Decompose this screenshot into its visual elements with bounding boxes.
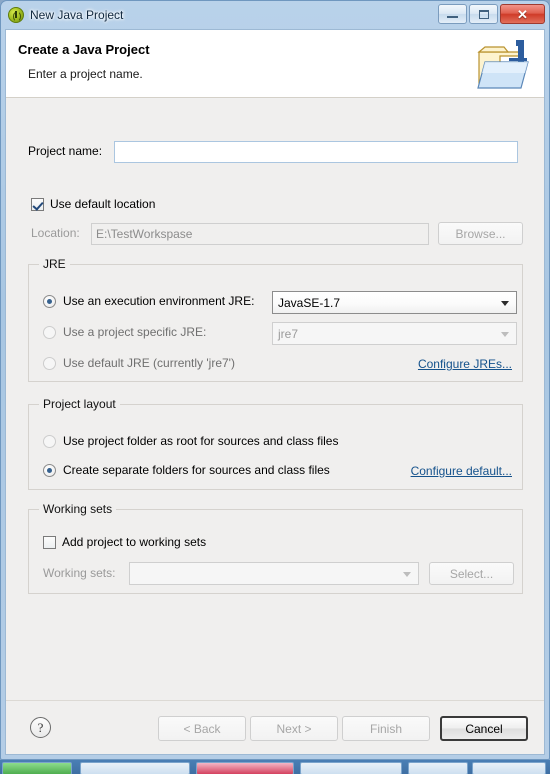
project-specific-jre-value: jre7: [278, 326, 299, 341]
layout-option-separate-folders[interactable]: Create separate folders for sources and …: [43, 463, 330, 477]
add-to-working-sets-row[interactable]: Add project to working sets: [43, 535, 206, 549]
back-button[interactable]: < Back: [158, 716, 246, 741]
chevron-down-icon: [501, 300, 509, 306]
new-java-project-dialog: New Java Project ✕ Create a Java Project…: [0, 0, 550, 760]
add-to-working-sets-label: Add project to working sets: [62, 535, 207, 549]
browse-button[interactable]: Browse...: [438, 222, 523, 245]
layout-option-project-folder[interactable]: Use project folder as root for sources a…: [43, 434, 338, 448]
jre-option-default[interactable]: Use default JRE (currently 'jre7'): [43, 356, 235, 370]
location-label: Location:: [31, 226, 80, 240]
taskbar-item[interactable]: [80, 762, 190, 774]
finish-button[interactable]: Finish: [342, 716, 430, 741]
project-name-input[interactable]: [114, 141, 518, 163]
maximize-icon: [478, 9, 489, 19]
project-layout-group-title: Project layout: [39, 397, 120, 411]
dialog-header: Create a Java Project Enter a project na…: [6, 30, 544, 98]
use-default-location-row[interactable]: Use default location: [31, 197, 155, 211]
project-name-row: Project name:: [28, 144, 102, 158]
layout-separate-folders-radio[interactable]: [43, 463, 56, 477]
page-title: Create a Java Project: [18, 42, 150, 57]
help-button[interactable]: ?: [30, 717, 51, 738]
use-default-location-checkbox[interactable]: [31, 197, 44, 211]
close-icon: ✕: [517, 6, 528, 22]
project-name-label: Project name:: [28, 144, 103, 158]
working-sets-label: Working sets:: [43, 566, 116, 580]
working-sets-group-title: Working sets: [39, 502, 117, 516]
taskbar-item[interactable]: [300, 762, 402, 774]
chevron-down-icon: [403, 571, 411, 577]
jre-option-project-specific[interactable]: Use a project specific JRE:: [43, 325, 206, 339]
java-project-folder-icon: [477, 40, 529, 89]
jre-execution-environment-radio[interactable]: [43, 294, 56, 308]
minimize-button[interactable]: [438, 4, 467, 24]
chevron-down-icon: [501, 331, 509, 337]
dialog-client-area: Create a Java Project Enter a project na…: [5, 29, 545, 755]
jre-group: JRE Use an execution environment JRE: Ja…: [28, 257, 523, 382]
taskbar-item[interactable]: [196, 762, 294, 774]
jre-default-label: Use default JRE (currently 'jre7'): [63, 356, 235, 370]
jre-project-specific-label: Use a project specific JRE:: [63, 325, 207, 339]
taskbar-item[interactable]: [472, 762, 546, 774]
location-row: Location:: [31, 226, 80, 240]
working-sets-group: Working sets Add project to working sets…: [28, 502, 523, 594]
window-controls: ✕: [438, 4, 545, 24]
execution-environment-combo[interactable]: JavaSE-1.7: [272, 291, 517, 314]
layout-project-folder-label: Use project folder as root for sources a…: [63, 434, 339, 448]
jre-option-execution-environment[interactable]: Use an execution environment JRE:: [43, 294, 254, 308]
os-taskbar: [0, 760, 550, 774]
taskbar-item[interactable]: [2, 762, 72, 774]
location-input[interactable]: E:\TestWorkspase: [91, 223, 429, 245]
java-project-icon: [8, 7, 24, 23]
next-button[interactable]: Next >: [250, 716, 338, 741]
layout-project-folder-radio[interactable]: [43, 434, 56, 448]
add-to-working-sets-checkbox[interactable]: [43, 535, 56, 549]
close-button[interactable]: ✕: [500, 4, 545, 24]
select-working-sets-button[interactable]: Select...: [429, 562, 514, 585]
dialog-body: Project name: Use default location Locat…: [6, 99, 544, 700]
jre-execution-environment-label: Use an execution environment JRE:: [63, 294, 255, 308]
working-sets-row: Working sets:: [43, 566, 115, 580]
configure-default-link[interactable]: Configure default...: [411, 464, 512, 478]
window-title: New Java Project: [30, 8, 124, 22]
jre-default-radio[interactable]: [43, 356, 56, 370]
cancel-button[interactable]: Cancel: [440, 716, 528, 741]
jre-group-title: JRE: [39, 257, 70, 271]
page-subtitle: Enter a project name.: [28, 67, 143, 81]
use-default-location-label: Use default location: [50, 197, 156, 211]
project-specific-jre-combo[interactable]: jre7: [272, 322, 517, 345]
working-sets-combo[interactable]: [129, 562, 419, 585]
dialog-button-bar: ? < Back Next > Finish Cancel: [6, 700, 544, 754]
taskbar-item[interactable]: [408, 762, 468, 774]
minimize-icon: [447, 15, 458, 18]
title-bar: New Java Project ✕: [1, 1, 549, 29]
jre-project-specific-radio[interactable]: [43, 325, 56, 339]
execution-environment-value: JavaSE-1.7: [278, 295, 341, 310]
maximize-button[interactable]: [469, 4, 498, 24]
layout-separate-folders-label: Create separate folders for sources and …: [63, 463, 330, 477]
configure-jres-link[interactable]: Configure JREs...: [418, 357, 512, 371]
project-layout-group: Project layout Use project folder as roo…: [28, 397, 523, 490]
